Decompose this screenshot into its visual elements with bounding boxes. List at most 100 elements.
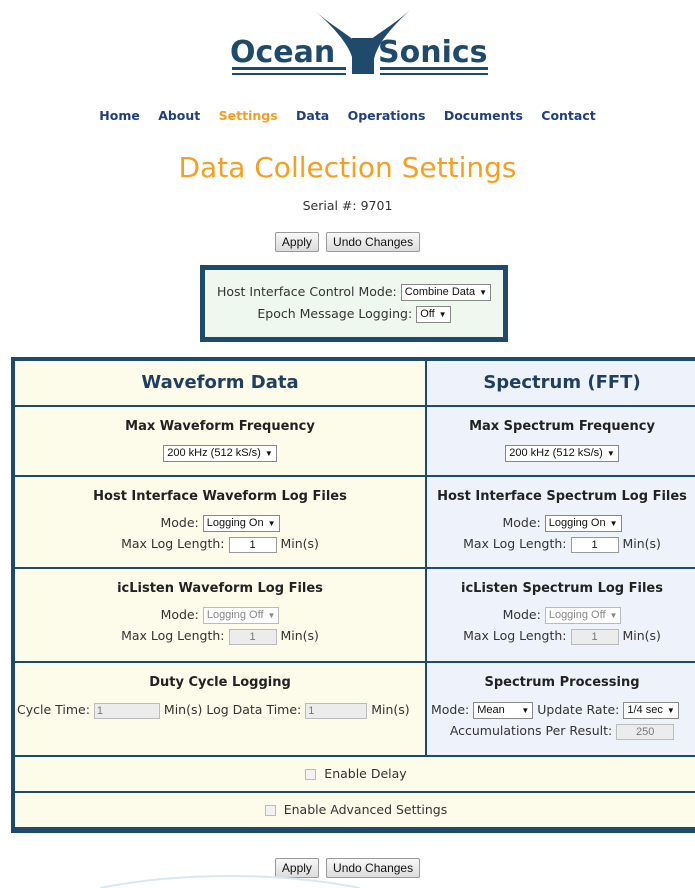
mode-label: Mode: bbox=[502, 607, 541, 622]
epoch-value: Off bbox=[420, 308, 435, 320]
host-waveform-mode-value: Logging On bbox=[206, 517, 264, 529]
epoch-select[interactable]: Off ▼ bbox=[416, 306, 451, 323]
min-unit-label: Min(s) bbox=[371, 702, 410, 717]
enable-delay-label: Enable Delay bbox=[324, 766, 407, 781]
chevron-down-icon: ▼ bbox=[267, 611, 276, 620]
min-unit-label: Min(s) bbox=[622, 536, 661, 551]
duty-cycle-cell: Duty Cycle Logging Cycle Time: 1 Min(s) … bbox=[15, 663, 425, 755]
chevron-down-icon: ▼ bbox=[521, 706, 530, 715]
iclisten-waveform-log-cell: icListen Waveform Log Files Mode: Loggin… bbox=[15, 569, 425, 661]
max-log-length-label: Max Log Length: bbox=[121, 536, 225, 551]
iclisten-waveform-mode-value: Logging Off bbox=[206, 609, 264, 621]
mode-label: Mode: bbox=[431, 702, 470, 717]
iclisten-spectrum-max-log-input[interactable]: 1 bbox=[570, 628, 619, 645]
chevron-down-icon: ▼ bbox=[438, 310, 447, 319]
mode-label: Mode: bbox=[160, 515, 199, 530]
page-title: Data Collection Settings bbox=[178, 151, 517, 184]
enable-advanced-label: Enable Advanced Settings bbox=[283, 802, 448, 817]
log-data-time-label: Min(s) Log Data Time: bbox=[163, 702, 302, 717]
nav-documents[interactable]: Documents bbox=[444, 108, 523, 123]
iclisten-waveform-log-title: icListen Waveform Log Files bbox=[117, 581, 323, 596]
control-mode-row: Host Interface Control Mode: Combine Dat… bbox=[205, 284, 503, 301]
update-rate-value: 1/4 sec bbox=[627, 704, 663, 716]
processing-mode-select[interactable]: Mean ▼ bbox=[473, 702, 534, 719]
max-waveform-frequency-select[interactable]: 200 kHz (512 kS/s) ▼ bbox=[163, 445, 277, 462]
max-log-length-label: Max Log Length: bbox=[463, 628, 567, 643]
update-rate-label: Update Rate: bbox=[537, 702, 620, 717]
accumulations-label: Accumulations Per Result: bbox=[449, 723, 613, 738]
chevron-down-icon: ▼ bbox=[609, 611, 618, 620]
min-unit-label: Min(s) bbox=[280, 628, 319, 643]
control-mode-value: Combine Data bbox=[404, 286, 476, 298]
settings-table: Waveform Data Spectrum (FFT) Max Wavefor… bbox=[11, 357, 695, 833]
waveform-title: Waveform Data bbox=[141, 372, 299, 393]
cycle-time-label: Cycle Time: bbox=[17, 702, 90, 717]
cycle-time-input[interactable]: 1 bbox=[93, 702, 160, 719]
host-spectrum-max-log-input[interactable]: 1 bbox=[570, 536, 619, 553]
host-interface-panel: Host Interface Control Mode: Combine Dat… bbox=[200, 265, 508, 342]
max-spectrum-frequency-value: 200 kHz (512 kS/s) bbox=[509, 447, 603, 459]
chevron-down-icon: ▼ bbox=[479, 288, 488, 297]
max-spectrum-frequency-select[interactable]: 200 kHz (512 kS/s) ▼ bbox=[505, 445, 619, 462]
iclisten-spectrum-mode-value: Logging Off bbox=[548, 609, 606, 621]
iclisten-spectrum-log-cell: icListen Spectrum Log Files Mode: Loggin… bbox=[427, 569, 695, 661]
top-button-row: Apply Undo Changes bbox=[0, 231, 695, 252]
nav-about[interactable]: About bbox=[158, 108, 200, 123]
min-unit-label: Min(s) bbox=[280, 536, 319, 551]
max-log-length-label: Max Log Length: bbox=[463, 536, 567, 551]
chevron-down-icon: ▼ bbox=[606, 449, 615, 458]
mode-label: Mode: bbox=[160, 607, 199, 622]
nav-contact[interactable]: Contact bbox=[541, 108, 595, 123]
epoch-row: Epoch Message Logging: Off ▼ bbox=[205, 306, 503, 323]
host-waveform-mode-select[interactable]: Logging On ▼ bbox=[202, 515, 280, 532]
iclisten-waveform-mode-select[interactable]: Logging Off ▼ bbox=[202, 607, 280, 624]
mode-label: Mode: bbox=[502, 515, 541, 530]
max-waveform-frequency-cell: Max Waveform Frequency 200 kHz (512 kS/s… bbox=[15, 407, 425, 475]
nav-operations[interactable]: Operations bbox=[348, 108, 426, 123]
host-spectrum-mode-select[interactable]: Logging On ▼ bbox=[544, 515, 622, 532]
iclisten-spectrum-mode-select[interactable]: Logging Off ▼ bbox=[544, 607, 622, 624]
enable-delay-checkbox[interactable] bbox=[305, 769, 317, 780]
max-log-length-label: Max Log Length: bbox=[121, 628, 225, 643]
host-waveform-log-cell: Host Interface Waveform Log Files Mode: … bbox=[15, 477, 425, 567]
enable-delay-row: Enable Delay bbox=[15, 757, 695, 791]
accumulations-input[interactable]: 250 bbox=[616, 723, 675, 740]
enable-advanced-checkbox[interactable] bbox=[264, 805, 276, 816]
duty-cycle-title: Duty Cycle Logging bbox=[149, 675, 291, 690]
host-waveform-max-log-input[interactable]: 1 bbox=[228, 536, 277, 553]
update-rate-select[interactable]: 1/4 sec ▼ bbox=[623, 702, 679, 719]
host-waveform-log-title: Host Interface Waveform Log Files bbox=[93, 489, 347, 504]
log-data-time-input[interactable]: 1 bbox=[305, 702, 368, 719]
iclisten-spectrum-log-title: icListen Spectrum Log Files bbox=[461, 581, 663, 596]
iclisten-waveform-max-log-input[interactable]: 1 bbox=[228, 628, 277, 645]
chevron-down-icon: ▼ bbox=[267, 519, 276, 528]
apply-button[interactable]: Apply bbox=[274, 232, 319, 252]
nav-data[interactable]: Data bbox=[296, 108, 329, 123]
max-spectrum-frequency-title: Max Spectrum Frequency bbox=[469, 419, 655, 434]
processing-mode-value: Mean bbox=[477, 704, 505, 716]
nav-settings[interactable]: Settings bbox=[219, 108, 278, 123]
spectrum-processing-title: Spectrum Processing bbox=[484, 675, 640, 690]
spectrum-processing-cell: Spectrum Processing Mode: Mean ▼ Update R… bbox=[427, 663, 695, 755]
decorative-wave bbox=[99, 875, 361, 888]
chevron-down-icon: ▼ bbox=[264, 449, 273, 458]
logo-text-right: Sonics bbox=[378, 35, 488, 70]
spectrum-title: Spectrum (FFT) bbox=[483, 372, 641, 393]
undo-changes-button[interactable]: Undo Changes bbox=[326, 232, 421, 252]
max-waveform-frequency-value: 200 kHz (512 kS/s) bbox=[167, 447, 261, 459]
host-spectrum-log-title: Host Interface Spectrum Log Files bbox=[437, 489, 687, 504]
spectrum-header: Spectrum (FFT) bbox=[427, 361, 695, 405]
logo-text-left: Ocean bbox=[230, 35, 335, 70]
chevron-down-icon: ▼ bbox=[609, 519, 618, 528]
host-spectrum-mode-value: Logging On bbox=[548, 517, 606, 529]
nav-home[interactable]: Home bbox=[99, 108, 140, 123]
max-spectrum-frequency-cell: Max Spectrum Frequency 200 kHz (512 kS/s… bbox=[427, 407, 695, 475]
ocean-sonics-logo: Ocean Sonics bbox=[224, 8, 494, 86]
serial-number: Serial #: 9701 bbox=[302, 198, 393, 213]
control-mode-select[interactable]: Combine Data ▼ bbox=[400, 284, 492, 301]
chevron-down-icon: ▼ bbox=[666, 706, 675, 715]
max-waveform-frequency-title: Max Waveform Frequency bbox=[125, 419, 315, 434]
host-spectrum-log-cell: Host Interface Spectrum Log Files Mode: … bbox=[427, 477, 695, 567]
min-unit-label: Min(s) bbox=[622, 628, 661, 643]
enable-advanced-row: Enable Advanced Settings bbox=[15, 793, 695, 827]
